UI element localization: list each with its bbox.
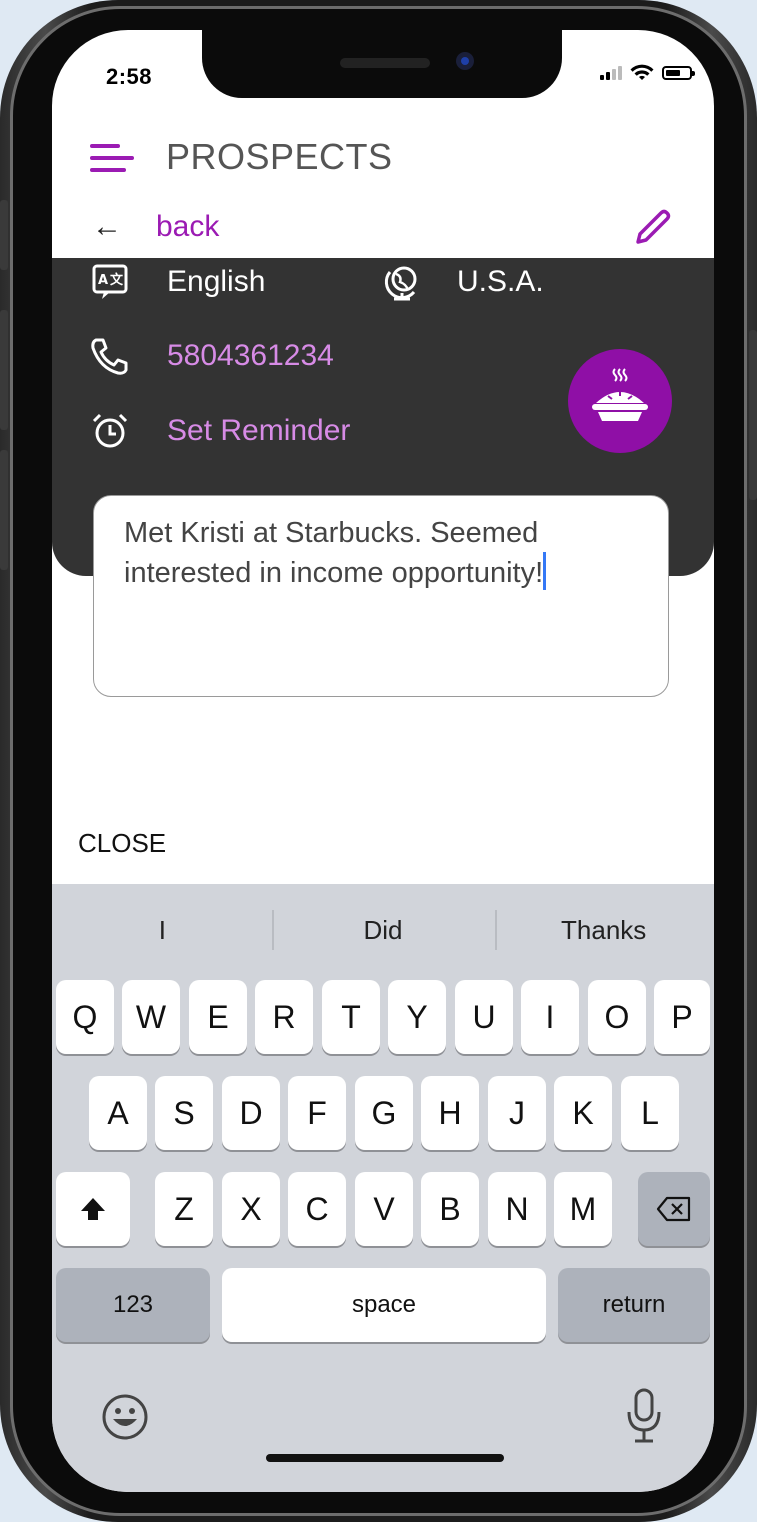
key[interactable]: R	[255, 980, 313, 1054]
svg-text:A: A	[98, 273, 108, 288]
space-key[interactable]: space	[222, 1268, 546, 1342]
status-icons	[600, 64, 695, 82]
country-value: U.S.A.	[457, 265, 544, 298]
emoji-icon[interactable]	[100, 1392, 150, 1442]
key[interactable]: H	[421, 1076, 479, 1150]
back-bar: ← back	[52, 202, 714, 258]
key[interactable]: G	[355, 1076, 413, 1150]
key[interactable]: C	[288, 1172, 346, 1246]
key[interactable]: X	[222, 1172, 280, 1246]
key[interactable]: V	[355, 1172, 413, 1246]
key[interactable]: Q	[56, 980, 114, 1054]
key[interactable]: L	[621, 1076, 679, 1150]
mute-switch	[0, 200, 8, 270]
key[interactable]: M	[554, 1172, 612, 1246]
pie-action-button[interactable]	[568, 349, 672, 453]
cellular-signal-icon	[600, 66, 622, 80]
suggestion-bar: I Did Thanks	[52, 906, 714, 954]
arrow-left-icon[interactable]: ←	[92, 210, 122, 244]
key[interactable]: E	[189, 980, 247, 1054]
power-button	[749, 330, 757, 500]
globe-icon	[384, 266, 417, 301]
microphone-icon[interactable]	[624, 1386, 664, 1446]
battery-icon	[662, 66, 695, 80]
key[interactable]: K	[554, 1076, 612, 1150]
pencil-icon[interactable]	[630, 206, 674, 250]
text-caret	[543, 552, 547, 590]
suggestion-divider	[495, 910, 497, 950]
set-reminder-link[interactable]: Set Reminder	[167, 414, 350, 448]
key[interactable]: J	[488, 1076, 546, 1150]
key[interactable]: O	[588, 980, 646, 1054]
country-row: U.S.A.	[384, 262, 544, 302]
back-link[interactable]: back	[156, 210, 219, 244]
pie-icon	[592, 368, 648, 421]
speaker-grille	[340, 58, 430, 68]
screen: 2:58 PROSPECTS ← back A 文 English U.S.A.…	[52, 30, 714, 1492]
key[interactable]: S	[155, 1076, 213, 1150]
return-key[interactable]: return	[558, 1268, 710, 1342]
key[interactable]: A	[89, 1076, 147, 1150]
key[interactable]: F	[288, 1076, 346, 1150]
key[interactable]: Y	[388, 980, 446, 1054]
suggestion-item[interactable]: Thanks	[493, 906, 714, 954]
on-screen-keyboard: I Did Thanks Q W E R T Y U I O P A S D F…	[52, 884, 714, 1492]
key[interactable]: D	[222, 1076, 280, 1150]
phone-row: 5804361234	[90, 336, 334, 376]
home-indicator[interactable]	[266, 1454, 504, 1462]
status-time: 2:58	[106, 64, 153, 89]
hamburger-menu-icon[interactable]	[90, 140, 136, 176]
key[interactable]: T	[322, 980, 380, 1054]
key[interactable]: Z	[155, 1172, 213, 1246]
key[interactable]: I	[521, 980, 579, 1054]
suggestion-divider	[272, 910, 274, 950]
key[interactable]: W	[122, 980, 180, 1054]
volume-up-button	[0, 310, 8, 430]
phone-frame: 2:58 PROSPECTS ← back A 文 English U.S.A.…	[0, 0, 757, 1522]
key[interactable]: B	[421, 1172, 479, 1246]
page-title: PROSPECTS	[166, 136, 393, 177]
notes-textarea[interactable]: Met Kristi at Starbucks. Seemed interest…	[93, 495, 669, 697]
backspace-icon	[656, 1196, 691, 1222]
svg-text:文: 文	[110, 272, 124, 288]
suggestion-item[interactable]: Did	[273, 906, 494, 954]
key[interactable]: P	[654, 980, 710, 1054]
language-value: English	[167, 265, 266, 298]
translate-icon: A 文	[92, 264, 128, 299]
wifi-icon	[630, 64, 654, 80]
front-camera	[456, 52, 474, 70]
notes-text: Met Kristi at Starbucks. Seemed interest…	[124, 517, 544, 589]
language-row: A 文 English	[90, 262, 265, 302]
reminder-row: Set Reminder	[90, 411, 350, 451]
phone-icon	[91, 338, 128, 375]
numbers-key[interactable]: 123	[56, 1268, 210, 1342]
notch	[202, 30, 562, 98]
delete-key[interactable]	[638, 1172, 710, 1246]
volume-down-button	[0, 450, 8, 570]
shift-key[interactable]	[56, 1172, 130, 1246]
phone-number-link[interactable]: 5804361234	[167, 339, 334, 373]
shift-arrow-icon	[81, 1198, 105, 1220]
key[interactable]: U	[455, 980, 513, 1054]
suggestion-item[interactable]: I	[52, 906, 273, 954]
alarm-clock-icon	[92, 413, 128, 448]
app-header: PROSPECTS	[52, 130, 714, 190]
key[interactable]: N	[488, 1172, 546, 1246]
close-button[interactable]: CLOSE	[78, 828, 166, 859]
